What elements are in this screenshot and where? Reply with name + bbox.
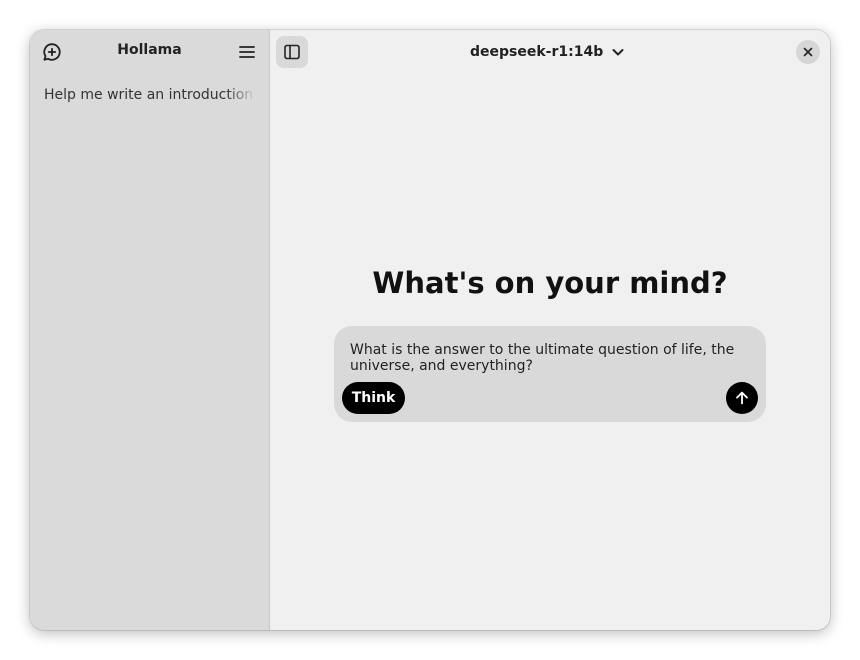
page-headline: What's on your mind? bbox=[372, 266, 728, 300]
model-name: deepseek-r1:14b bbox=[470, 44, 604, 60]
toggle-sidebar-button[interactable] bbox=[276, 36, 308, 68]
send-button[interactable] bbox=[726, 382, 758, 414]
app-title: Hollama bbox=[117, 42, 182, 58]
arrow-up-icon bbox=[734, 390, 750, 406]
sidebar-header: Hollama bbox=[30, 30, 269, 74]
close-icon bbox=[803, 47, 813, 57]
sidebar-panel-icon bbox=[283, 43, 301, 61]
model-selector[interactable]: deepseek-r1:14b bbox=[470, 40, 625, 64]
main-panel: deepseek-r1:14b What's on your mind? Wha… bbox=[270, 30, 830, 630]
app-window: Hollama Help me write an introduction fo… bbox=[30, 30, 830, 630]
think-toggle-button[interactable]: Think bbox=[342, 382, 405, 414]
close-button[interactable] bbox=[796, 40, 820, 64]
hamburger-menu-icon bbox=[238, 43, 256, 61]
prompt-input[interactable]: What is the answer to the ultimate quest… bbox=[350, 342, 746, 378]
sidebar-chat-item[interactable]: Help me write an introduction for bbox=[44, 87, 256, 109]
chevron-down-icon bbox=[611, 45, 625, 59]
new-chat-button[interactable] bbox=[36, 36, 68, 68]
message-plus-icon bbox=[42, 42, 62, 62]
prompt-composer: What is the answer to the ultimate quest… bbox=[334, 326, 766, 422]
sidebar: Hollama Help me write an introduction fo… bbox=[30, 30, 270, 630]
menu-button[interactable] bbox=[231, 36, 263, 68]
